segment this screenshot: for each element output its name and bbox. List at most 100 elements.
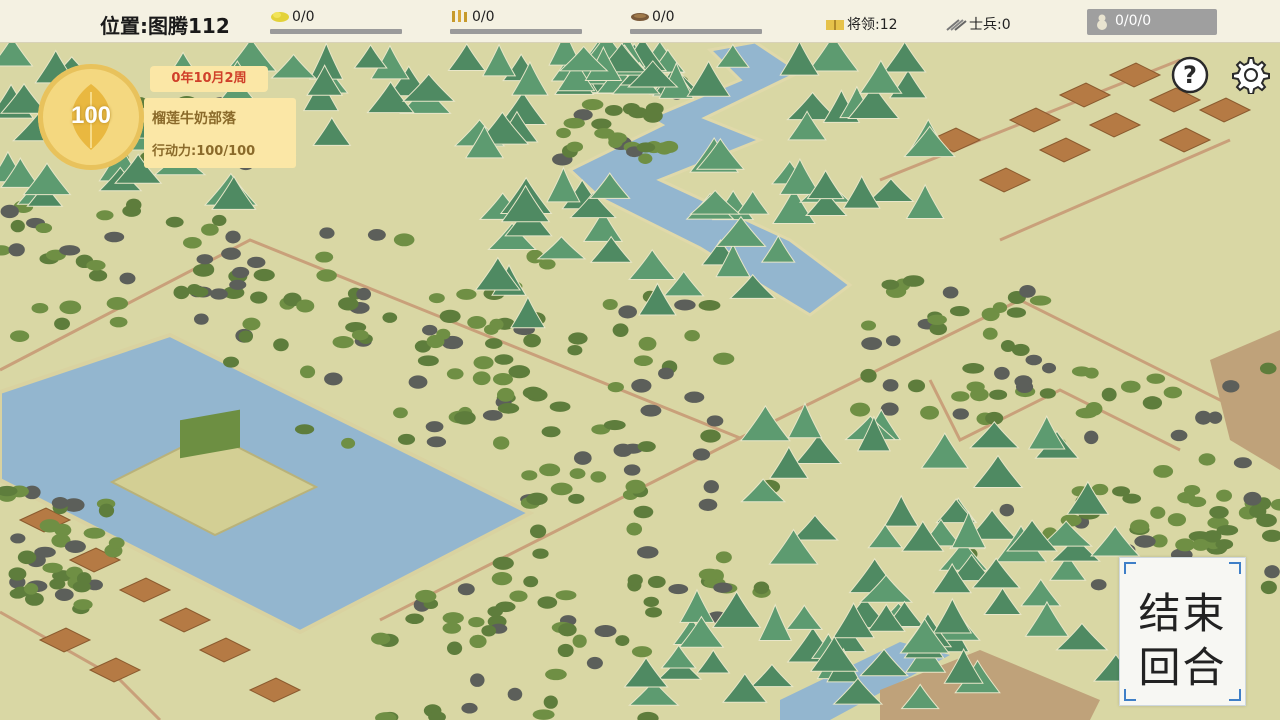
tree — [658, 367, 674, 380]
end-turn-button[interactable]: 结束 回合 — [1119, 557, 1246, 706]
tree — [885, 335, 901, 347]
tree — [231, 266, 250, 279]
tree — [602, 298, 618, 310]
tree — [199, 263, 215, 276]
population-box[interactable]: 0/0/0 — [1087, 9, 1217, 35]
tree — [557, 643, 574, 658]
tree — [393, 407, 408, 419]
tree — [351, 329, 369, 341]
tree — [713, 582, 733, 593]
corner-mark — [1229, 562, 1241, 574]
tree — [439, 309, 461, 324]
tree — [1134, 535, 1156, 548]
tree — [250, 291, 268, 304]
help-button[interactable]: ? — [1171, 56, 1209, 94]
tree — [182, 236, 202, 249]
tree — [537, 596, 558, 609]
tree — [51, 496, 69, 509]
tree — [238, 330, 253, 343]
tree — [442, 612, 464, 624]
tree — [643, 596, 659, 608]
tree — [371, 632, 391, 645]
settings-button[interactable] — [1232, 56, 1270, 95]
wood-icon — [452, 10, 467, 22]
generals-stat[interactable]: 将领:12 — [825, 14, 898, 34]
tree — [492, 556, 514, 570]
tree — [467, 316, 487, 329]
tree — [472, 371, 491, 386]
tree — [54, 588, 74, 601]
tree — [1120, 380, 1141, 393]
tree — [1153, 464, 1174, 478]
tree — [426, 334, 445, 349]
tree — [319, 227, 335, 239]
tree — [1142, 396, 1163, 410]
tree — [96, 210, 114, 221]
tree — [72, 581, 91, 593]
tree — [253, 268, 275, 282]
tree — [1150, 506, 1166, 519]
tree — [1216, 489, 1233, 502]
grain-value: 0/0 — [292, 9, 315, 25]
tree — [469, 634, 487, 649]
tree — [54, 317, 70, 330]
tree — [590, 471, 607, 483]
gear-icon — [1232, 57, 1270, 95]
tree — [497, 403, 520, 414]
emblem-value: 100 — [70, 102, 112, 129]
tree — [907, 379, 926, 393]
tree — [315, 251, 334, 263]
tree — [684, 330, 700, 342]
tree — [242, 317, 261, 331]
tree — [692, 448, 711, 461]
tree — [607, 382, 624, 393]
tree — [457, 583, 475, 596]
tree — [573, 451, 592, 465]
grain-icon — [271, 12, 289, 22]
tree — [39, 519, 61, 533]
tree — [992, 302, 1008, 313]
tree — [9, 588, 26, 599]
tree — [631, 378, 652, 393]
tree — [24, 583, 39, 595]
tree — [88, 269, 108, 282]
tree — [703, 480, 719, 494]
tree — [461, 702, 478, 714]
tree — [1000, 339, 1015, 353]
tree — [684, 391, 705, 403]
tree — [645, 102, 664, 115]
soldiers-stat[interactable]: 士兵:0 — [945, 14, 1011, 34]
tree — [1039, 388, 1056, 399]
tree — [468, 616, 485, 628]
tree — [1006, 307, 1027, 318]
top-resource-bar: 位置:图腾112 0/0 0/0 0/0 将领:12 士兵:0 0/0/0 — [0, 0, 1280, 43]
tree — [324, 372, 343, 386]
tree — [8, 243, 25, 257]
tree — [408, 375, 428, 389]
tree — [850, 402, 871, 417]
tree — [393, 233, 415, 247]
tree — [753, 581, 770, 595]
tribe-emblem[interactable]: 100 — [38, 64, 144, 170]
tree — [594, 625, 617, 638]
tree — [569, 468, 586, 479]
tree — [623, 464, 641, 476]
tree — [563, 117, 585, 129]
tree — [567, 344, 583, 356]
tree — [417, 355, 439, 367]
tree — [482, 410, 503, 421]
tree — [367, 228, 386, 241]
tree — [17, 550, 37, 565]
tree — [1130, 519, 1150, 534]
tree — [8, 567, 27, 581]
grain-bar — [270, 29, 402, 34]
tree — [397, 433, 416, 445]
tree — [1163, 386, 1183, 399]
tree — [86, 260, 106, 271]
tree — [633, 355, 653, 367]
tree — [405, 613, 424, 625]
tree — [625, 479, 646, 494]
tree — [860, 368, 877, 383]
tree — [481, 625, 497, 637]
tree — [586, 656, 603, 670]
